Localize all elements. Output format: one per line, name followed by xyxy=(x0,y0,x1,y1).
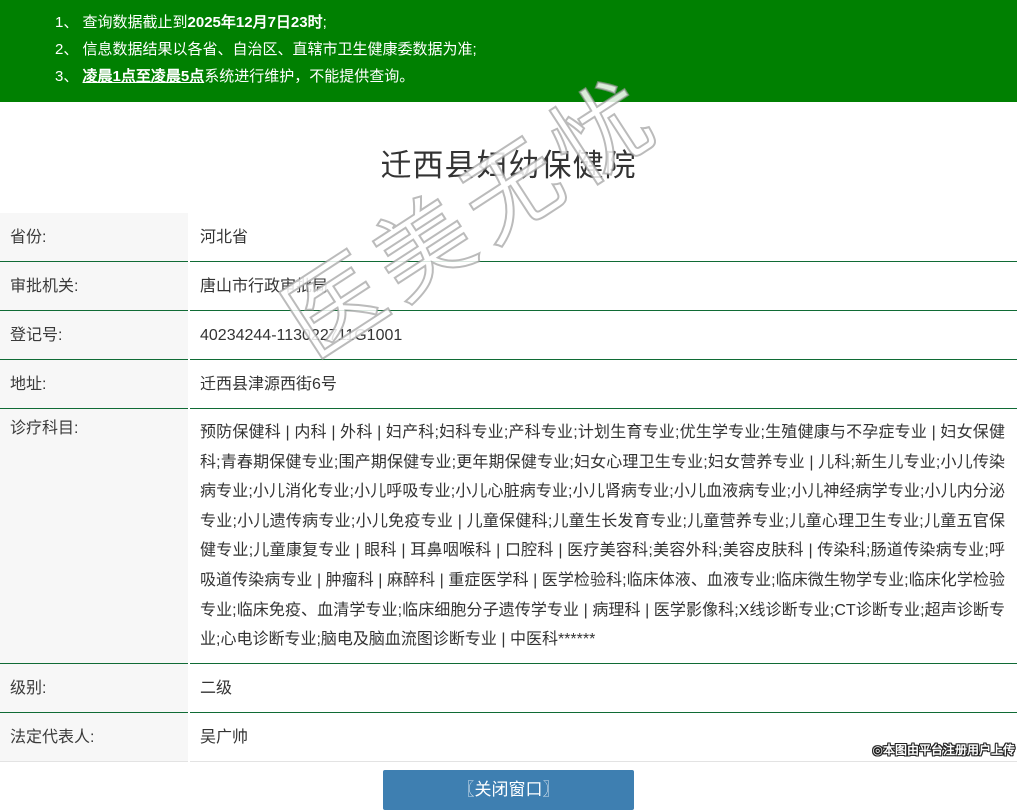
field-value: 唐山市行政审批局 xyxy=(190,262,1017,311)
page-title: 迁西县妇幼保健院 xyxy=(0,140,1017,185)
field-label: 法定代表人: xyxy=(0,713,188,762)
table-row-treatment-subjects: 诊疗科目: 预防保健科 | 内科 | 外科 | 妇产科;妇科专业;产科专业;计划… xyxy=(0,409,1017,664)
field-value: 迁西县津源西街6号 xyxy=(190,360,1017,409)
field-label: 审批机关: xyxy=(0,262,188,311)
field-value: 预防保健科 | 内科 | 外科 | 妇产科;妇科专业;产科专业;计划生育专业;优… xyxy=(190,409,1017,664)
field-label: 地址: xyxy=(0,360,188,409)
notice-1-post: ; xyxy=(323,14,327,31)
field-label: 省份: xyxy=(0,213,188,262)
table-row-legal-representative: 法定代表人: 吴广帅 xyxy=(0,713,1017,762)
info-table: 省份: 河北省 审批机关: 唐山市行政审批局 登记号: 40234244-113… xyxy=(0,213,1017,762)
field-value: 河北省 xyxy=(190,213,1017,262)
notice-line-2: 2、 信息数据结果以各省、自治区、直辖市卫生健康委数据为准; xyxy=(55,36,997,63)
notice-1-bold: 2025年12月7日23时 xyxy=(188,14,323,31)
field-value: 二级 xyxy=(190,664,1017,713)
table-row-approval-authority: 审批机关: 唐山市行政审批局 xyxy=(0,262,1017,311)
table-row-level: 级别: 二级 xyxy=(0,664,1017,713)
notice-3-post: 系统进行维护，不能提供查询。 xyxy=(204,68,414,85)
notice-line-3: 3、 凌晨1点至凌晨5点系统进行维护，不能提供查询。 xyxy=(55,63,997,90)
notice-3-bold: 凌晨1点至凌晨5点 xyxy=(83,68,205,85)
field-label: 登记号: xyxy=(0,311,188,360)
notice-1-pre: 1、 查询数据截止到 xyxy=(55,14,188,31)
field-label: 级别: xyxy=(0,664,188,713)
close-window-button[interactable]: 〖关闭窗口〗 xyxy=(383,770,634,810)
field-value: 40234244-113022711G1001 xyxy=(190,311,1017,360)
notice-line-1: 1、 查询数据截止到2025年12月7日23时; xyxy=(55,9,997,36)
uploader-watermark: ◎本图由平台注册用户上传 xyxy=(873,741,1015,758)
field-label: 诊疗科目: xyxy=(0,409,188,664)
table-row-registration-number: 登记号: 40234244-113022711G1001 xyxy=(0,311,1017,360)
button-row: 〖关闭窗口〗 xyxy=(0,770,1017,810)
table-row-address: 地址: 迁西县津源西街6号 xyxy=(0,360,1017,409)
notice-2-pre: 2、 信息数据结果以各省、自治区、直辖市卫生健康委数据为准; xyxy=(55,41,477,58)
notice-bar: 1、 查询数据截止到2025年12月7日23时; 2、 信息数据结果以各省、自治… xyxy=(0,0,1017,102)
notice-3-pre: 3、 xyxy=(55,68,83,85)
table-row-province: 省份: 河北省 xyxy=(0,213,1017,262)
